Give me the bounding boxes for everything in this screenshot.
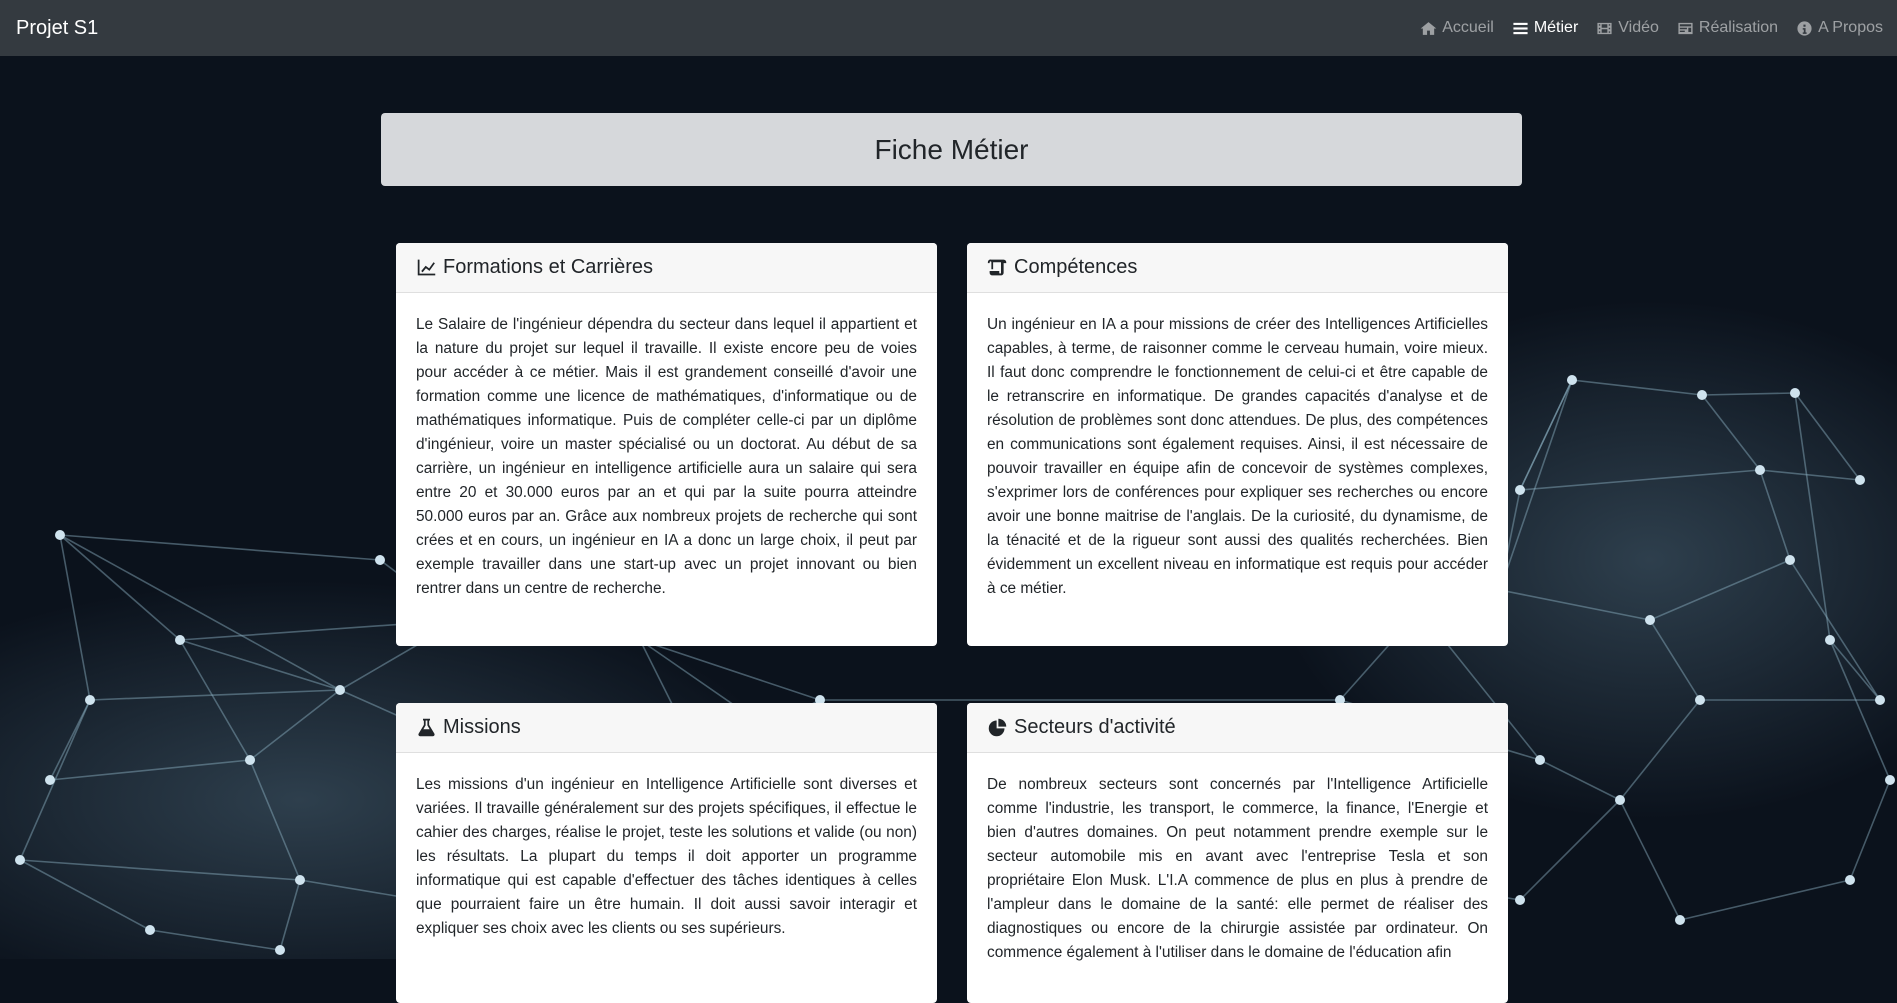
- top-navbar: Projet S1 Accueil Métier Vidéo Réalisati…: [0, 0, 1897, 56]
- network-node: [1515, 485, 1525, 495]
- list-icon: [1513, 22, 1528, 34]
- page-title: Fiche Métier: [874, 133, 1029, 165]
- card-formations: Formations et Carrières Le Salaire de l'…: [396, 243, 937, 646]
- nav-item-video[interactable]: Vidéo: [1596, 19, 1659, 37]
- network-node: [295, 875, 305, 885]
- film-icon: [1597, 22, 1612, 34]
- chart-pie-icon: [988, 718, 1007, 737]
- network-node: [1785, 555, 1795, 565]
- network-node: [1875, 695, 1885, 705]
- card-title: Missions: [443, 716, 521, 738]
- card-text: Le Salaire de l'ingénieur dépendra du se…: [416, 316, 917, 597]
- nav-item-accueil[interactable]: Accueil: [1420, 19, 1494, 37]
- card-competences: Compétences Un ingénieur en IA a pour mi…: [967, 243, 1508, 646]
- card-title: Compétences: [1014, 256, 1138, 278]
- flask-icon: [418, 718, 435, 737]
- info-icon: [1797, 20, 1812, 36]
- network-node: [1790, 388, 1800, 398]
- network-node: [1695, 695, 1705, 705]
- chart-line-icon: [417, 259, 436, 276]
- card-header: Compétences: [967, 243, 1508, 293]
- nav-item-label: Vidéo: [1618, 19, 1659, 36]
- nav-item-label: Métier: [1533, 19, 1579, 36]
- network-node: [375, 555, 385, 565]
- network-node: [1855, 475, 1865, 485]
- network-node: [1675, 915, 1685, 925]
- network-node: [245, 755, 255, 765]
- card-title: Secteurs d'activité: [1014, 716, 1176, 738]
- network-node: [1755, 465, 1765, 475]
- card-text: Les missions d'un ingénieur en Intellige…: [416, 776, 917, 937]
- brand-link[interactable]: Projet S1: [16, 17, 98, 40]
- card-secteurs: Secteurs d'activité De nombreux secteurs…: [967, 703, 1508, 1003]
- network-node: [1567, 375, 1577, 385]
- id-card-icon: [1678, 22, 1693, 34]
- network-node: [145, 925, 155, 935]
- home-icon: [1420, 21, 1437, 35]
- network-node: [275, 945, 285, 955]
- page-header: Fiche Métier: [381, 113, 1522, 186]
- nav-item-label: Réalisation: [1698, 19, 1779, 36]
- network-node: [15, 855, 25, 865]
- network-node: [45, 775, 55, 785]
- network-node: [1885, 775, 1895, 785]
- card-text: De nombreux secteurs sont concernés par …: [987, 776, 1488, 961]
- card-header: Secteurs d'activité: [967, 703, 1508, 753]
- network-node: [335, 685, 345, 695]
- network-node: [85, 695, 95, 705]
- nav-links: Accueil Métier Vidéo Réalisation A Propo…: [1420, 19, 1883, 37]
- card-header: Missions: [396, 703, 937, 753]
- card-text: Un ingénieur en IA a pour missions de cr…: [987, 316, 1488, 597]
- network-node: [175, 635, 185, 645]
- network-node: [1615, 795, 1625, 805]
- nav-item-label: Accueil: [1442, 19, 1494, 36]
- network-node: [1515, 895, 1525, 905]
- network-node: [1825, 635, 1835, 645]
- nav-item-label: A Propos: [1818, 19, 1883, 36]
- scroll-icon: [987, 259, 1007, 276]
- card-missions: Missions Les missions d'un ingénieur en …: [396, 703, 937, 1003]
- network-node: [1845, 875, 1855, 885]
- network-node: [1645, 615, 1655, 625]
- nav-item-metier[interactable]: Métier: [1512, 19, 1578, 37]
- nav-item-apropos[interactable]: A Propos: [1796, 19, 1883, 37]
- network-node: [1535, 755, 1545, 765]
- card-header: Formations et Carrières: [396, 243, 937, 293]
- nav-item-realisation[interactable]: Réalisation: [1677, 19, 1778, 37]
- network-node: [55, 530, 65, 540]
- card-title: Formations et Carrières: [443, 256, 654, 278]
- network-node: [1697, 390, 1707, 400]
